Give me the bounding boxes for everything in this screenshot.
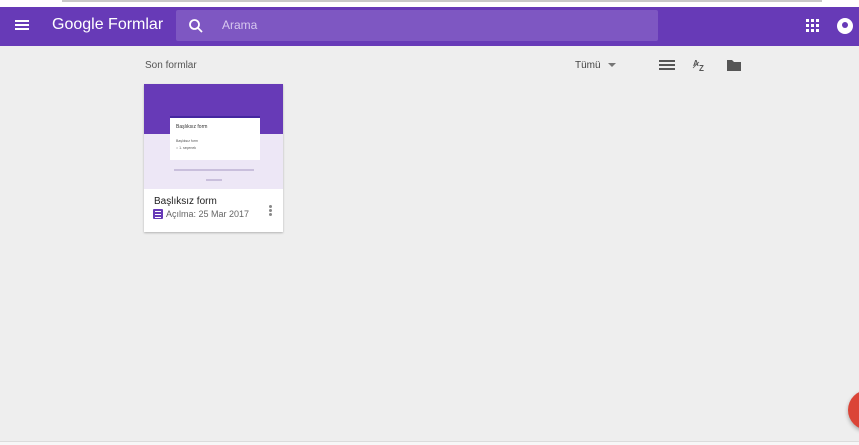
- thumb-option: ○ 1. seçenek: [176, 146, 197, 150]
- filter-label: Tümü: [575, 60, 601, 71]
- browser-top-strip: [0, 0, 859, 7]
- folder-icon[interactable]: [726, 58, 742, 72]
- bottom-edge: [0, 441, 859, 445]
- hamburger-icon[interactable]: [13, 18, 31, 34]
- list-view-icon[interactable]: [659, 58, 675, 72]
- search-icon: [189, 19, 203, 33]
- more-vert-icon[interactable]: [269, 205, 273, 217]
- thumb-question: Başlıksız form: [176, 139, 198, 143]
- account-avatar-icon[interactable]: [837, 18, 853, 34]
- brand-product: Formlar: [108, 16, 164, 33]
- apps-grid-icon[interactable]: [806, 19, 820, 33]
- form-name: Başlıksız form: [154, 196, 217, 207]
- brand-google: Google: [52, 16, 104, 33]
- section-title: Son formlar: [145, 60, 197, 71]
- form-thumbnail: Başlıksız form Başlıksız form ○ 1. seçen…: [144, 84, 283, 189]
- form-opened-date: Açılma: 25 Mar 2017: [166, 209, 250, 219]
- app-brand[interactable]: Google Formlar: [52, 16, 163, 34]
- app-bar: Google Formlar: [0, 7, 859, 46]
- caret-down-icon: [607, 63, 616, 68]
- thumb-title: Başlıksız form: [176, 124, 208, 130]
- svg-text:Z: Z: [699, 64, 704, 72]
- sort-az-icon[interactable]: A Z: [692, 58, 708, 72]
- owner-filter-dropdown[interactable]: Tümü: [575, 60, 616, 71]
- forms-doc-icon: [153, 209, 163, 219]
- form-card[interactable]: Başlıksız form Başlıksız form ○ 1. seçen…: [144, 84, 283, 232]
- add-form-fab[interactable]: [848, 390, 859, 430]
- search-box[interactable]: [176, 10, 658, 41]
- search-input[interactable]: [222, 15, 642, 35]
